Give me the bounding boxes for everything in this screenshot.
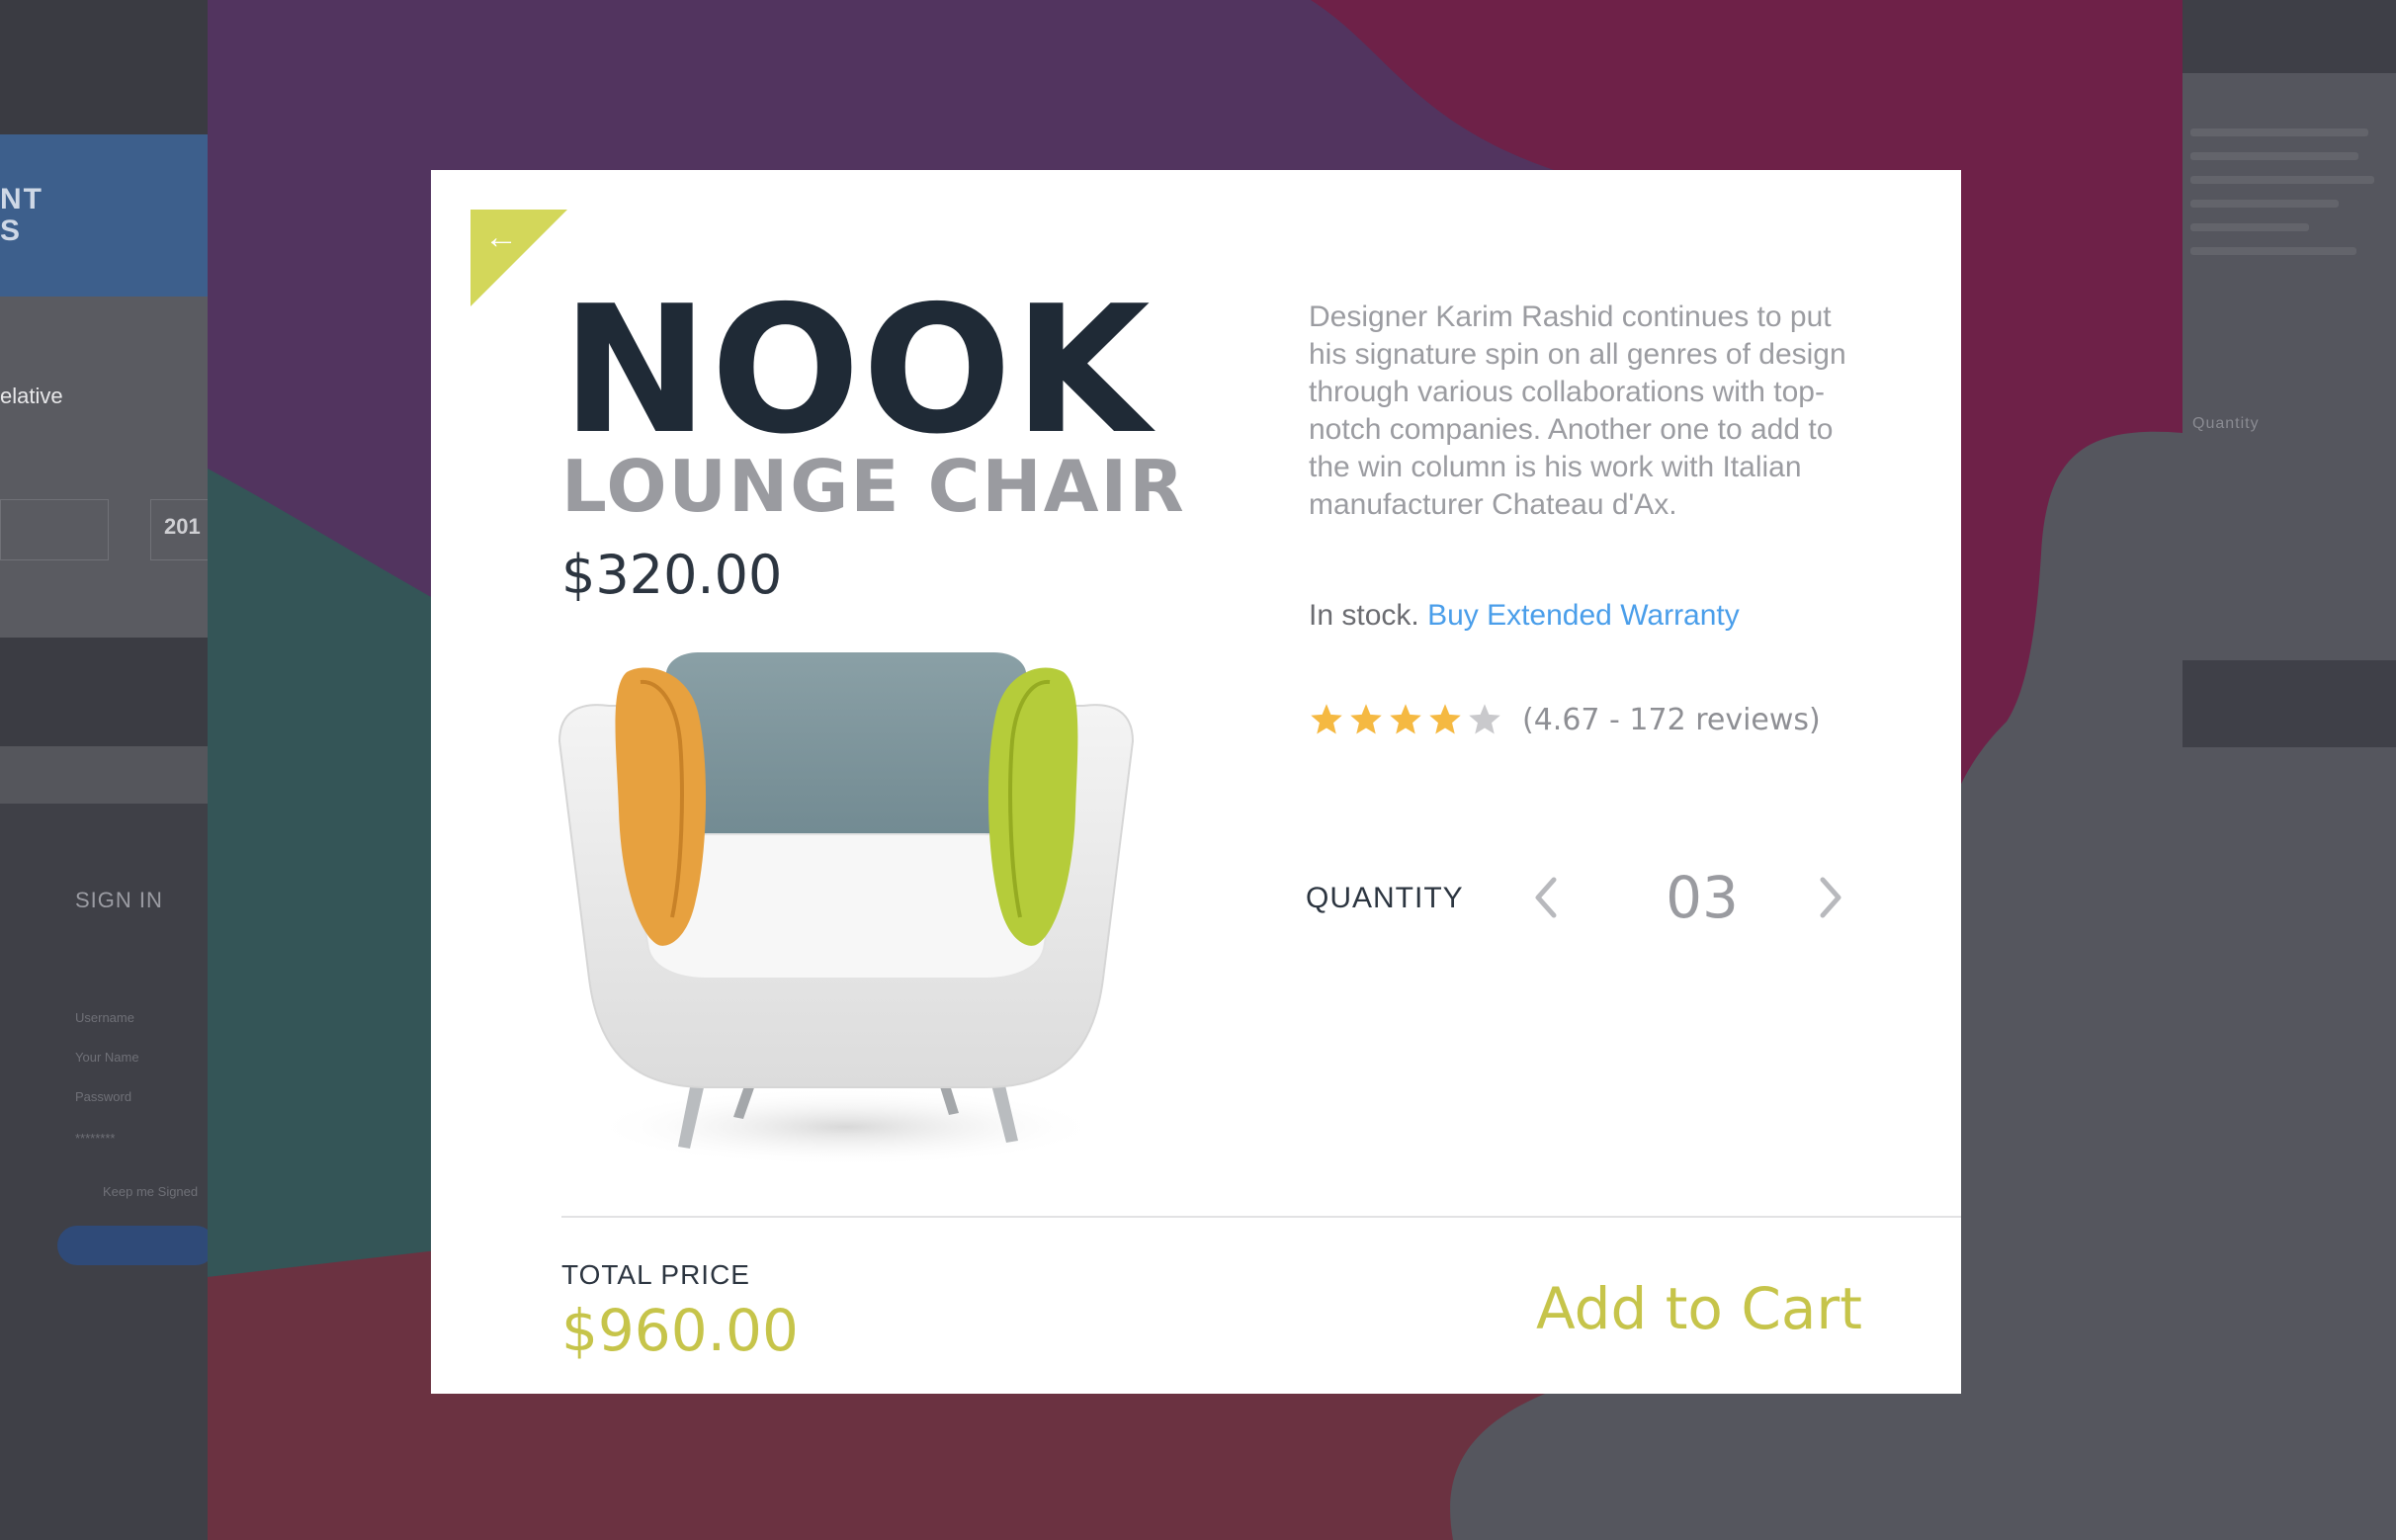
bg-left-select-1	[0, 499, 109, 560]
background-app-left: NT S elative 201 SIGN IN Username Your N…	[0, 0, 208, 1540]
bg-left-small-2: Your Name	[75, 1050, 139, 1065]
product-modal: ← NOOK LOUNGE CHAIR $320.00 Designer Kar…	[431, 170, 1961, 1394]
star-filled-icon	[1390, 704, 1421, 734]
bg-right-band	[2182, 660, 2396, 747]
bg-left-small-3: Password	[75, 1089, 132, 1104]
star-filled-icon	[1429, 704, 1461, 734]
add-to-cart-button[interactable]: Add to Cart	[1526, 1269, 1862, 1348]
stock-status: In stock.	[1309, 599, 1419, 632]
product-price: $320.00	[561, 544, 783, 606]
divider	[561, 1216, 1961, 1218]
rating: (4.67 - 172 reviews)	[1309, 698, 1821, 741]
arrow-left-icon: ←	[484, 218, 518, 256]
product-image	[557, 652, 1135, 1166]
total-price-label: TOTAL PRICE	[561, 1259, 750, 1290]
product-title: NOOK	[561, 268, 1153, 472]
bg-left-mid-band	[0, 746, 208, 804]
bg-left-sign-in: SIGN IN	[75, 888, 163, 912]
bg-right-quantity-label: Quantity	[2192, 415, 2260, 432]
star-filled-icon	[1350, 704, 1382, 734]
quantity-decrease-button[interactable]	[1526, 874, 1566, 921]
bg-left-header: NT S	[0, 134, 208, 297]
bg-left-small-4: ********	[75, 1131, 116, 1146]
product-description: Designer Karim Rashid continues to put h…	[1309, 300, 1846, 521]
bg-left-select-value: 201	[164, 514, 201, 539]
bg-left-remember: Keep me Signed	[103, 1184, 199, 1199]
product-subtitle: LOUNGE CHAIR	[561, 445, 1186, 528]
bg-left-field-value: elative	[0, 384, 63, 408]
bg-left-top-strip	[0, 0, 208, 134]
bg-left-form-area	[0, 297, 208, 638]
total-price-value: $960.00	[561, 1297, 799, 1364]
background-app-right: Quantity	[2182, 0, 2396, 1540]
rating-text: (4.67 - 172 reviews)	[1522, 702, 1821, 737]
bg-left-button	[57, 1226, 208, 1265]
bg-right-top-strip	[2182, 0, 2396, 73]
star-filled-icon	[1311, 704, 1342, 734]
chevron-left-icon	[1535, 877, 1557, 918]
quantity-label: QUANTITY	[1306, 882, 1464, 914]
bg-right-text-lines	[2190, 128, 2378, 271]
bg-left-small-1: Username	[75, 1010, 134, 1025]
bg-left-bottom-area	[0, 804, 208, 1540]
bg-left-dark-band	[0, 638, 208, 746]
back-button[interactable]: ←	[471, 210, 567, 306]
extended-warranty-link[interactable]: Buy Extended Warranty	[1427, 599, 1740, 632]
chevron-right-icon	[1820, 877, 1841, 918]
star-empty-icon	[1469, 704, 1500, 734]
quantity-increase-button[interactable]	[1811, 874, 1850, 921]
stock-line: In stock. Buy Extended Warranty	[1309, 597, 1740, 635]
bg-left-header-text: NT S	[0, 183, 43, 247]
quantity-value[interactable]: 03	[1643, 862, 1761, 933]
